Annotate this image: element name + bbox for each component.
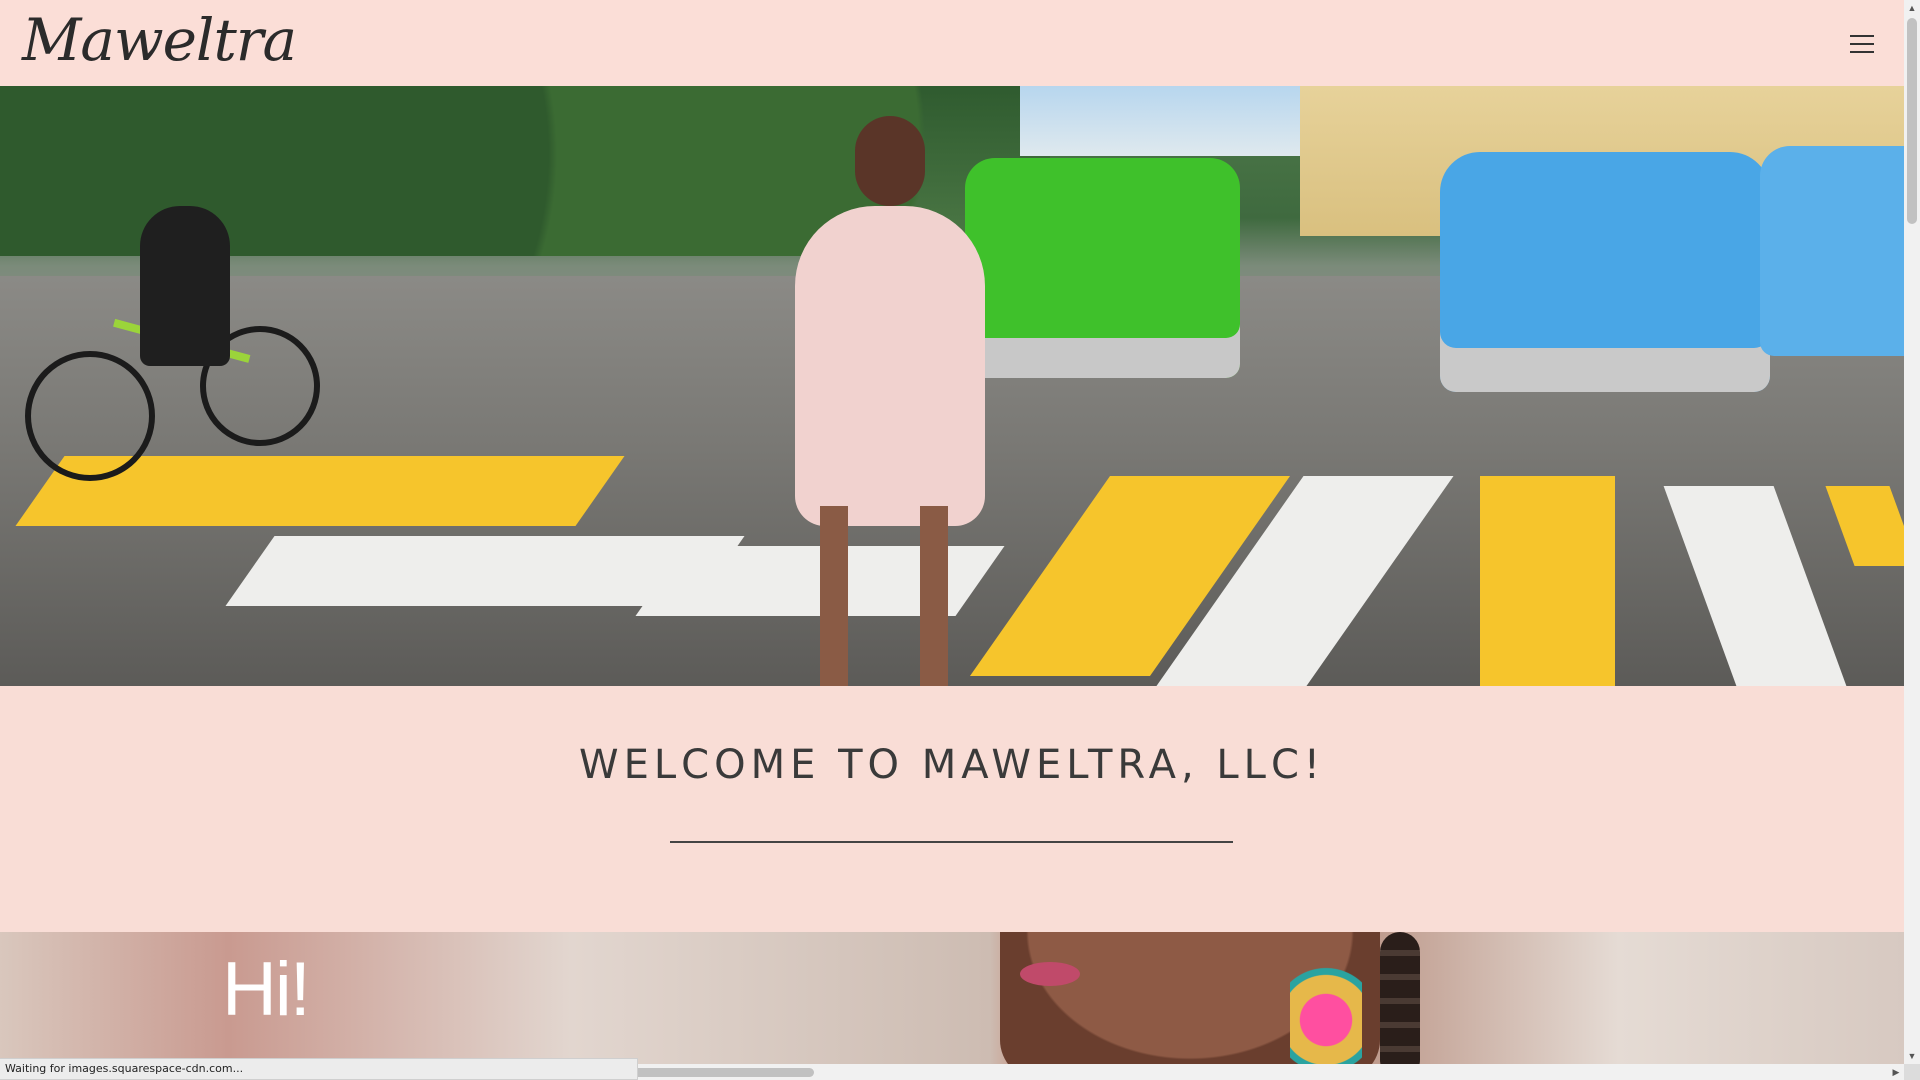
crosswalk-stripe-yellow	[1825, 486, 1904, 566]
scrollbar-corner	[1904, 1064, 1920, 1080]
hamburger-menu-icon[interactable]	[1838, 26, 1886, 62]
woman-head	[855, 116, 925, 206]
crosswalk-stripe-white	[1663, 486, 1847, 686]
woman-legs	[780, 506, 980, 686]
vertical-scroll-thumb[interactable]	[1907, 18, 1917, 224]
crosswalk-stripe-yellow	[1480, 476, 1615, 686]
browser-status-bar: Waiting for images.squarespace-cdn.com..…	[0, 1058, 638, 1080]
portrait-lips	[1020, 962, 1080, 986]
blue-classic-car-2	[1760, 146, 1904, 356]
menu-line	[1850, 51, 1874, 53]
green-classic-car	[965, 158, 1240, 378]
scroll-down-icon[interactable]: ▼	[1904, 1048, 1920, 1064]
rider	[140, 206, 230, 366]
site-logo[interactable]: Maweltra	[22, 4, 297, 76]
earring	[1290, 942, 1362, 1064]
page-viewport: Maweltra WELCOME TO MAWELTRA, LLC! Hi!	[0, 0, 1904, 1064]
braid	[1380, 932, 1420, 1064]
hero-image	[0, 86, 1904, 686]
divider-line	[670, 841, 1233, 843]
greeting-heading: Hi!	[222, 947, 311, 1032]
blue-classic-car	[1440, 152, 1770, 392]
vertical-scrollbar[interactable]: ▲ ▼	[1904, 0, 1920, 1064]
welcome-heading: WELCOME TO MAWELTRA, LLC!	[579, 742, 1325, 788]
intro-image-section: Hi!	[0, 932, 1904, 1064]
menu-line	[1850, 35, 1874, 37]
welcome-section: WELCOME TO MAWELTRA, LLC!	[0, 686, 1904, 932]
menu-line	[1850, 43, 1874, 45]
scroll-right-icon[interactable]: ▶	[1888, 1064, 1904, 1080]
site-header: Maweltra	[0, 0, 1904, 86]
scroll-up-icon[interactable]: ▲	[1904, 0, 1920, 16]
cyclist	[25, 136, 320, 496]
woman-in-pink-dress	[795, 206, 985, 526]
